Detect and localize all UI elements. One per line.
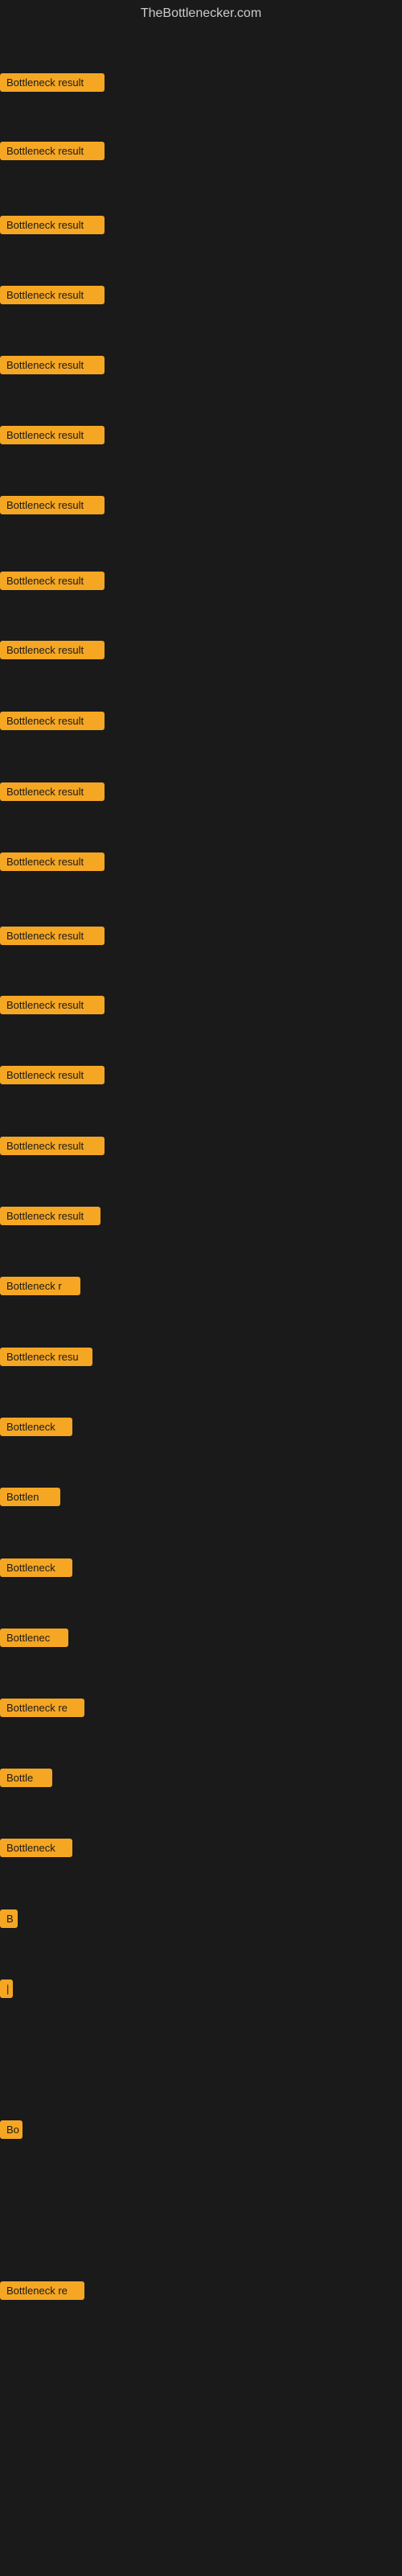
- bottleneck-result-item: Bottleneck result: [0, 852, 105, 875]
- bottleneck-result-item: Bottleneck r: [0, 1277, 80, 1299]
- bottleneck-badge: Bottleneck result: [0, 996, 105, 1014]
- bottleneck-badge: Bottleneck result: [0, 426, 105, 444]
- site-title: TheBottlenecker.com: [0, 0, 402, 27]
- bottleneck-badge: Bottleneck result: [0, 927, 105, 945]
- bottleneck-badge: Bottleneck result: [0, 782, 105, 801]
- bottleneck-badge: Bottleneck result: [0, 216, 105, 234]
- bottleneck-badge: Bo: [0, 2120, 23, 2139]
- bottleneck-result-item: Bottleneck re: [0, 1699, 84, 1721]
- bottleneck-result-item: Bottleneck result: [0, 496, 105, 518]
- bottleneck-result-item: Bottleneck result: [0, 142, 105, 164]
- bottleneck-badge: Bottleneck result: [0, 142, 105, 160]
- bottleneck-result-item: Bottleneck result: [0, 216, 105, 238]
- bottleneck-badge: Bottleneck r: [0, 1277, 80, 1295]
- bottleneck-badge: Bottleneck result: [0, 1137, 105, 1155]
- bottleneck-result-item: Bottleneck: [0, 1558, 72, 1581]
- bottleneck-result-item: Bo: [0, 2120, 23, 2143]
- bottleneck-badge: Bottleneck: [0, 1558, 72, 1577]
- bottleneck-result-item: Bottleneck result: [0, 712, 105, 734]
- bottleneck-badge: Bottleneck result: [0, 641, 105, 659]
- bottleneck-result-item: Bottlen: [0, 1488, 60, 1510]
- bottleneck-result-item: |: [0, 1979, 13, 2002]
- bottleneck-result-item: Bottleneck result: [0, 1066, 105, 1088]
- bottleneck-badge: Bottle: [0, 1769, 52, 1787]
- bottleneck-result-item: Bottleneck result: [0, 1207, 100, 1229]
- bottleneck-result-item: Bottleneck result: [0, 1137, 105, 1159]
- bottleneck-result-item: Bottlenec: [0, 1629, 68, 1651]
- bottleneck-result-item: Bottleneck result: [0, 73, 105, 96]
- bottleneck-badge: Bottleneck result: [0, 73, 105, 92]
- bottleneck-result-item: Bottleneck result: [0, 996, 105, 1018]
- bottleneck-badge: Bottleneck resu: [0, 1348, 92, 1366]
- bottleneck-result-item: Bottleneck result: [0, 356, 105, 378]
- bottleneck-result-item: Bottle: [0, 1769, 52, 1791]
- bottleneck-result-item: Bottleneck resu: [0, 1348, 92, 1370]
- bottleneck-result-item: Bottleneck result: [0, 782, 105, 805]
- bottleneck-badge: Bottleneck result: [0, 572, 105, 590]
- bottleneck-result-item: Bottleneck result: [0, 641, 105, 663]
- bottleneck-result-item: Bottleneck result: [0, 572, 105, 594]
- bottleneck-result-item: Bottleneck: [0, 1839, 72, 1861]
- bottleneck-badge: Bottleneck: [0, 1418, 72, 1436]
- bottleneck-badge: |: [0, 1979, 13, 1998]
- bottleneck-badge: Bottlenec: [0, 1629, 68, 1647]
- bottleneck-badge: Bottleneck: [0, 1839, 72, 1857]
- bottleneck-badge: Bottleneck re: [0, 1699, 84, 1717]
- bottleneck-badge: Bottleneck result: [0, 1066, 105, 1084]
- bottleneck-badge: Bottleneck result: [0, 496, 105, 514]
- bottleneck-result-item: Bottleneck: [0, 1418, 72, 1440]
- bottleneck-badge: Bottleneck result: [0, 356, 105, 374]
- bottleneck-result-item: B: [0, 1909, 18, 1932]
- bottleneck-badge: Bottleneck result: [0, 712, 105, 730]
- bottleneck-badge: Bottleneck result: [0, 286, 105, 304]
- bottleneck-result-item: Bottleneck result: [0, 286, 105, 308]
- bottleneck-badge: Bottleneck re: [0, 2281, 84, 2300]
- bottleneck-badge: B: [0, 1909, 18, 1928]
- bottleneck-result-item: Bottleneck result: [0, 927, 105, 949]
- bottleneck-badge: Bottleneck result: [0, 1207, 100, 1225]
- bottleneck-result-item: Bottleneck result: [0, 426, 105, 448]
- bottleneck-badge: Bottleneck result: [0, 852, 105, 871]
- bottleneck-badge: Bottlen: [0, 1488, 60, 1506]
- bottleneck-result-item: Bottleneck re: [0, 2281, 84, 2304]
